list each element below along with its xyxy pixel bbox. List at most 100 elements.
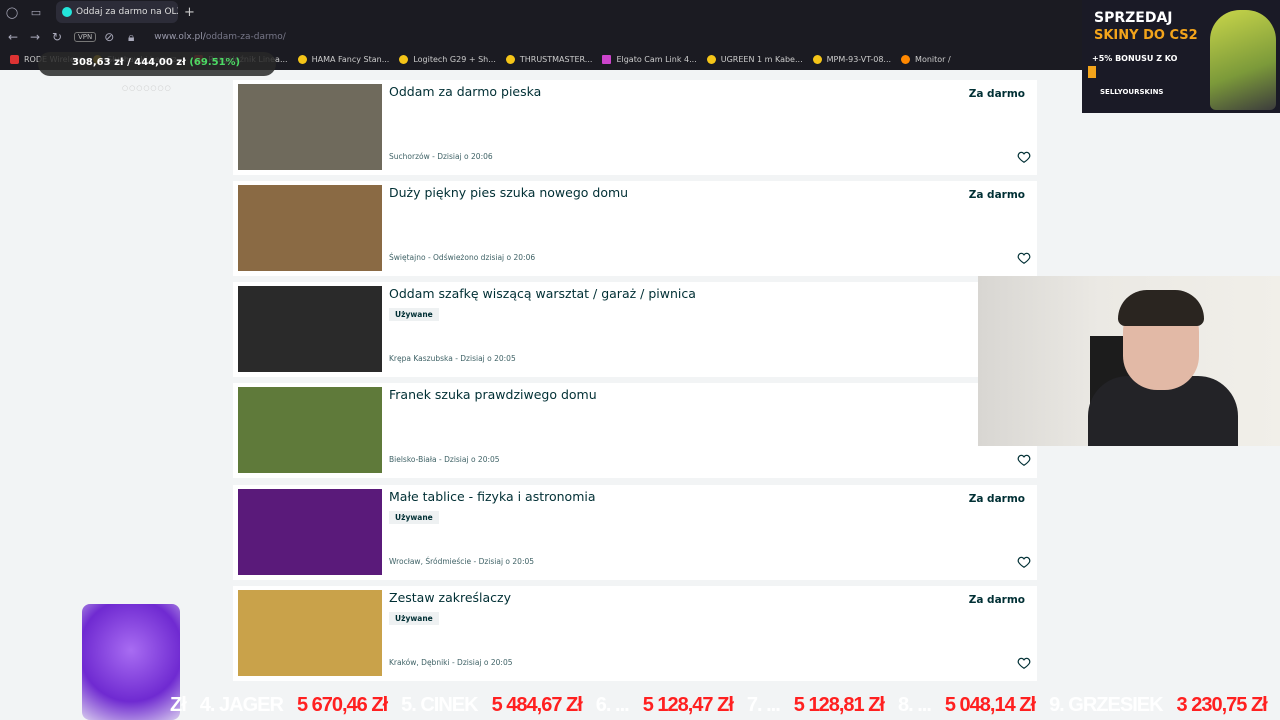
stream-logo [82, 604, 180, 720]
favorite-heart-icon[interactable] [1017, 656, 1031, 670]
bookmark-item[interactable]: HAMA Fancy Stan... [297, 54, 390, 64]
listing-location-date: Krępa Kaszubska - Dzisiaj o 20:05 [389, 354, 516, 363]
listing-price: Za darmo [968, 189, 1025, 201]
url-path: oddam-za-darmo/ [205, 32, 286, 42]
bookmark-favicon-icon [10, 54, 19, 64]
bookmark-label: Monitor / [915, 54, 951, 64]
listing-title[interactable]: Oddam za darmo pieska [389, 84, 541, 99]
percent: (69.51%) [189, 57, 241, 68]
ticker-amount: 5 484,67 Zł [491, 693, 583, 716]
listing-card[interactable]: Zestaw zakreślaczy Używane Kraków, Dębniki… [233, 586, 1037, 681]
ticker-rank: 6. ... [595, 693, 630, 716]
reload-icon[interactable]: ↻ [48, 30, 66, 44]
ad-line2: SKINY DO CS2 [1094, 28, 1198, 43]
back-icon[interactable]: ← [4, 30, 22, 44]
bookmark-item[interactable]: THRUSTMASTER... [505, 54, 593, 64]
ticker-rank: 9. GRZESIEK [1049, 693, 1163, 716]
bookmark-favicon-icon [901, 54, 911, 64]
price-progress-overlay: 308,63 zł / 444,00 zł (69.51%) [38, 52, 276, 76]
bookmark-favicon-icon [505, 54, 515, 64]
bookmark-label: Elgato Cam Link 4... [616, 54, 697, 64]
ticker-amount: 3 230,75 Zł [1176, 693, 1268, 716]
bookmark-favicon-icon [297, 54, 307, 64]
bookmark-item[interactable]: Elgato Cam Link 4... [602, 54, 697, 64]
listing-card[interactable]: Małe tablice - fizyka i astronomia Używan… [233, 485, 1037, 580]
condition-badge: Używane [389, 511, 439, 524]
ad-line1: SPRZEDAJ [1094, 10, 1173, 26]
ad-banner[interactable]: SPRZEDAJ SKINY DO CS2 +5% BONUSU Z KO SE… [1082, 0, 1280, 113]
ad-brand: SELLYOURSKINS [1100, 88, 1164, 96]
separator: / [127, 57, 131, 68]
listing-card[interactable]: Oddam szafkę wiszącą warsztat / garaż / … [233, 282, 1037, 377]
listing-location-date: Świętajno - Odświeżono dzisiaj o 20:06 [389, 253, 536, 262]
favorite-heart-icon[interactable] [1017, 555, 1031, 569]
bookmark-label: MPM-93-VT-08... [826, 54, 892, 64]
listing-title[interactable]: Małe tablice - fizyka i astronomia [389, 489, 596, 504]
bookmark-item[interactable]: Monitor / [901, 54, 951, 64]
favorite-heart-icon[interactable] [1017, 150, 1031, 164]
bookmark-item[interactable]: MPM-93-VT-08... [812, 54, 892, 64]
favorite-heart-icon[interactable] [1017, 251, 1031, 265]
listing-price: Za darmo [968, 493, 1025, 505]
forward-icon[interactable]: → [26, 30, 44, 44]
listing-title[interactable]: Franek szuka prawdziwego domu [389, 387, 597, 402]
listing-thumbnail[interactable] [238, 590, 382, 676]
bookmark-item[interactable]: UGREEN 1 m Kabe... [706, 54, 803, 64]
ad-character-image [1210, 10, 1276, 110]
favorite-heart-icon[interactable] [1017, 453, 1031, 467]
listing-title[interactable]: Duży piękny pies szuka nowego domu [389, 185, 628, 200]
listing-price: Za darmo [968, 88, 1025, 100]
listing-card[interactable]: Franek szuka prawdziwego domu Bielsko-Bia… [233, 383, 1037, 478]
bookmark-label: UGREEN 1 m Kabe... [720, 54, 803, 64]
webcam-overlay [978, 276, 1280, 446]
bookmark-item[interactable]: Logitech G29 + Sh... [399, 54, 496, 64]
olx-favicon-icon [62, 7, 72, 17]
workspaces-icon[interactable]: ▭ [24, 0, 48, 24]
url-field[interactable]: www.olx.pl/oddam-za-darmo/ [154, 32, 286, 42]
headphones [1118, 290, 1204, 326]
listing-thumbnail[interactable] [238, 286, 382, 372]
listing-title[interactable]: Oddam szafkę wiszącą warsztat / garaż / … [389, 286, 696, 301]
url-host: www.olx.pl/ [154, 32, 206, 42]
ticker-amount: 5 048,14 Zł [944, 693, 1036, 716]
ticker-rank: 8. ... [897, 693, 932, 716]
bookmark-favicon-icon [706, 54, 716, 64]
target-amount: 444,00 zł [134, 57, 186, 68]
ticker-amount: 5 128,47 Zł [642, 693, 734, 716]
tracker-icon[interactable]: ⊘ [100, 30, 118, 44]
current-amount: 308,63 zł [72, 57, 124, 68]
carousel-dots: ○○○○○○○ [122, 84, 172, 92]
tab-title: Oddaj za darmo na OLX! D [76, 7, 178, 17]
bookmark-favicon-icon [602, 54, 612, 64]
listing-card[interactable]: Duży piękny pies szuka nowego domu Święta… [233, 181, 1037, 276]
listing-title[interactable]: Zestaw zakreślaczy [389, 590, 511, 605]
listing-location-date: Bielsko-Biała - Dzisiaj o 20:05 [389, 455, 500, 464]
listing-price: Za darmo [968, 594, 1025, 606]
donation-ticker: Zł 4. JAGER 5 670,46 Zł 5. CINEK 5 484,67 Zł… [170, 690, 1280, 720]
ticker-rank: 7. ... [746, 693, 781, 716]
vpn-badge[interactable]: VPN [74, 32, 97, 42]
listing-thumbnail[interactable] [238, 84, 382, 170]
ticker-amount: 5 670,46 Zł [296, 693, 388, 716]
ticker-amount: 5 128,81 Zł [793, 693, 885, 716]
bookmark-label: HAMA Fancy Stan... [311, 54, 390, 64]
listing-card[interactable]: Oddam za darmo pieska Suchorzów - Dzisiaj… [233, 80, 1037, 175]
bookmark-label: THRUSTMASTER... [519, 54, 593, 64]
lock-icon[interactable]: 🔒︎ [122, 30, 140, 45]
listing-thumbnail[interactable] [238, 489, 382, 575]
ad-line3: +5% BONUSU Z KO [1092, 54, 1178, 63]
listing-location-date: Wrocław, Śródmieście - Dzisiaj o 20:05 [389, 557, 535, 566]
listing-thumbnail[interactable] [238, 387, 382, 473]
ticker-rank: Zł [170, 693, 187, 716]
tab-olx[interactable]: Oddaj za darmo na OLX! D [56, 1, 178, 23]
condition-badge: Używane [389, 612, 439, 625]
bookmark-favicon-icon [399, 54, 409, 64]
ticker-rank: 4. JAGER [199, 693, 284, 716]
new-tab-button[interactable]: + [184, 5, 195, 20]
listing-location-date: Kraków, Dębniki - Dzisiaj o 20:05 [389, 658, 513, 667]
listing-location-date: Suchorzów - Dzisiaj o 20:06 [389, 152, 493, 161]
bookmark-favicon-icon [812, 54, 822, 64]
browser-logo-icon[interactable]: ◯ [0, 0, 24, 24]
listing-thumbnail[interactable] [238, 185, 382, 271]
condition-badge: Używane [389, 308, 439, 321]
